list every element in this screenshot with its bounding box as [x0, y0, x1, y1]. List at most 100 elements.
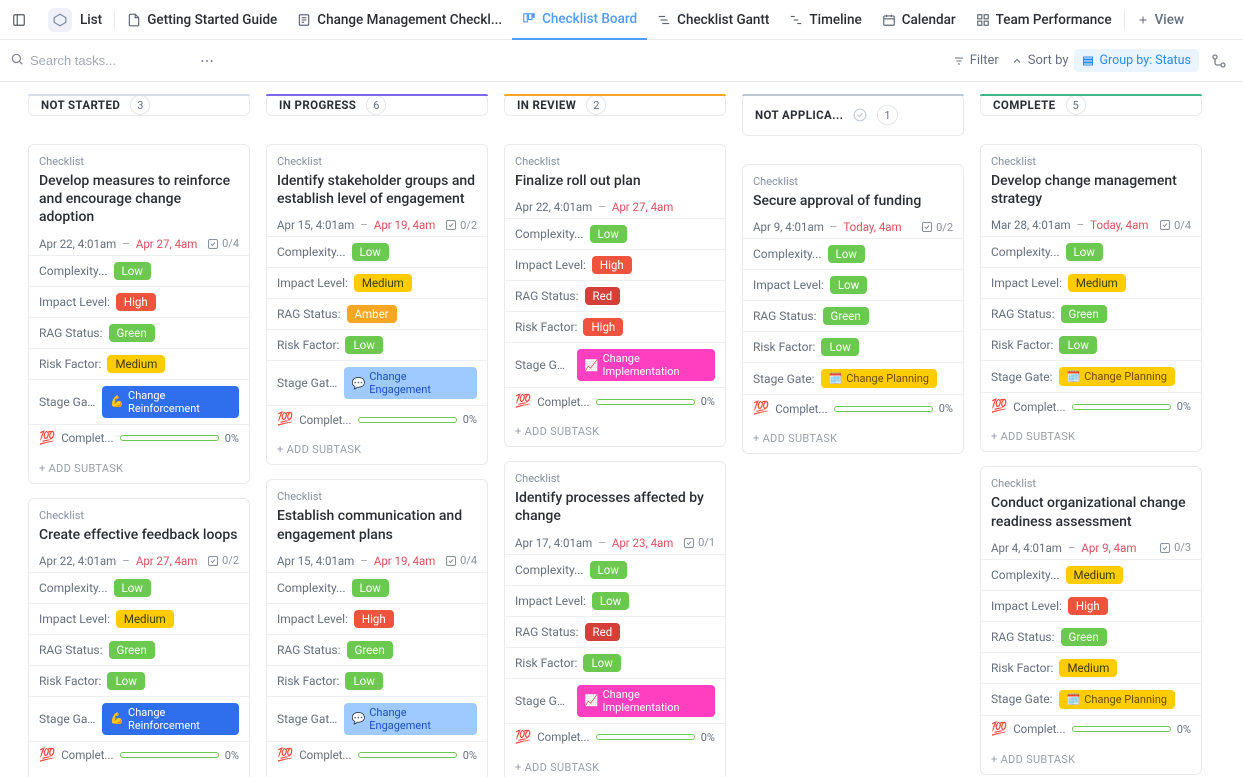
filter-button[interactable]: Filter [947, 49, 1005, 72]
filter-label: Filter [970, 53, 999, 68]
tab-timeline[interactable]: Timeline [779, 0, 871, 40]
hundred-emoji-icon: 💯 [753, 401, 769, 416]
field-label: Stage Gate: [515, 694, 571, 708]
board-icon [522, 12, 536, 26]
field-risk: Risk Factor:Low [29, 666, 249, 697]
completion-percent: 0% [225, 432, 239, 445]
plus-icon [1137, 14, 1149, 26]
collapse-sidebar-icon[interactable] [6, 7, 32, 33]
board-canvas[interactable]: NOT STARTED3 ChecklistDevelop measures to… [0, 82, 1243, 777]
tab-label: Change Management Checkl... [317, 12, 502, 28]
field-pill: Low [583, 654, 620, 672]
completion-label: Complet... [1013, 400, 1065, 414]
tab-getting-started[interactable]: Getting Started Guide [117, 0, 287, 40]
progress-bar [358, 417, 457, 423]
field-pill: Red [585, 287, 621, 305]
add-subtask-button[interactable]: + ADD SUBTASK [505, 417, 725, 446]
column-header[interactable]: IN REVIEW2 [504, 94, 726, 116]
add-subtask-button[interactable]: + ADD SUBTASK [981, 422, 1201, 451]
field-rag: RAG Status:Red [505, 617, 725, 648]
tab-calendar[interactable]: Calendar [872, 0, 966, 40]
due-date: Today, 4am [1090, 218, 1148, 232]
column-inprogress: IN PROGRESS6 ChecklistIdentify stakeholde… [266, 94, 488, 765]
progress-bar [358, 752, 457, 758]
card-title: Identify processes affected by change [515, 489, 715, 525]
card-listname: Checklist [991, 155, 1191, 168]
task-card[interactable]: ChecklistEstablish communication and en­… [266, 479, 488, 777]
completion-row: 💯Complet...0% [29, 742, 249, 771]
groupby-label: Group by: Status [1099, 53, 1191, 68]
field-pill: Amber [347, 305, 397, 323]
card-dates: Apr 22, 4:01am–Apr 27, 4am [515, 200, 715, 214]
more-button[interactable] [194, 48, 220, 74]
tab-list[interactable]: List [40, 0, 112, 40]
subtask-count: 0/4 [445, 554, 477, 567]
add-view-button[interactable]: View [1127, 0, 1194, 40]
task-card[interactable]: ChecklistDevelop measures to reinforce a… [28, 144, 250, 484]
progress-bar [1072, 726, 1171, 732]
subtasks-toggle[interactable] [1205, 47, 1233, 75]
add-subtask-button[interactable]: + ADD SUBTASK [981, 745, 1201, 774]
column-header[interactable]: IN PROGRESS6 [266, 94, 488, 116]
completion-row: 💯 Complet... 0% [981, 393, 1201, 422]
task-card[interactable]: ChecklistCreate effective feedback loops… [28, 498, 250, 777]
field-label: Stage Gate: [39, 395, 96, 409]
task-card[interactable]: ChecklistFinalize roll out planApr 22, 4… [504, 144, 726, 447]
card-dates: Apr 17, 4:01am–Apr 23, 4am0/1 [515, 536, 715, 550]
task-card[interactable]: ChecklistConduct organizational change r… [980, 466, 1202, 774]
field-label: RAG Status: [39, 643, 103, 657]
completion-label: Complet... [299, 413, 351, 427]
completion-label: Complet... [61, 431, 113, 445]
field-rag: RAG Status:Green [743, 301, 963, 332]
field-impact: Impact Level:Low [505, 586, 725, 617]
field-stage: Stage Gate:💬Change Engagement [267, 697, 487, 742]
add-subtask-button[interactable]: + ADD SUBTASK [267, 771, 487, 777]
field-impact: Impact Level:Medium [267, 268, 487, 299]
check-circle-icon [853, 108, 867, 122]
column-header[interactable]: COMPLETE5 [980, 94, 1202, 116]
groupby-button[interactable]: Group by: Status [1074, 49, 1199, 72]
card-listname: Checklist [39, 155, 239, 168]
task-card[interactable]: ChecklistIdentify stakeholder groups and… [266, 144, 488, 465]
field-complexity: Complexity...Low [29, 573, 249, 604]
status-hex-icon [48, 8, 72, 32]
field-risk: Risk Factor:Low [267, 330, 487, 361]
field-label: RAG Status: [753, 309, 817, 323]
hundred-emoji-icon: 💯 [991, 399, 1007, 414]
tab-change-management[interactable]: Change Management Checkl... [287, 0, 512, 40]
column-header[interactable]: NOT APPLICA...1 [742, 94, 964, 136]
field-complexity: Complexity...Medium [981, 560, 1201, 591]
add-subtask-button[interactable]: + ADD SUBTASK [267, 435, 487, 464]
column-cards: ChecklistSecure approval of fundingApr 9… [742, 164, 964, 454]
add-subtask-button[interactable]: + ADD SUBTASK [743, 424, 963, 453]
column-header[interactable]: NOT STARTED3 [28, 94, 250, 116]
field-label: Complexity... [39, 264, 108, 278]
start-date: Apr 22, 4:01am [39, 237, 116, 251]
field-rag: RAG Status:Green [267, 635, 487, 666]
field-complexity: Complexity...Low [981, 237, 1201, 268]
task-card[interactable]: ChecklistDevelop change management strat… [980, 144, 1202, 452]
add-subtask-button[interactable]: + ADD SUBTASK [29, 771, 249, 777]
field-pill: Low [590, 561, 627, 579]
doc-icon [127, 13, 141, 27]
search-input[interactable] [30, 53, 190, 68]
subtask-count: 0/2 [207, 554, 239, 567]
field-impact: Impact Level:Medium [981, 268, 1201, 299]
due-date: Apr 9, 4am [1081, 541, 1136, 555]
field-rag: RAG Status:Amber [267, 299, 487, 330]
add-subtask-button[interactable]: + ADD SUBTASK [29, 454, 249, 483]
field-label: Complexity... [991, 245, 1060, 259]
tab-team-performance[interactable]: Team Performance [966, 0, 1122, 40]
tab-checklist-gantt[interactable]: Checklist Gantt [647, 0, 779, 40]
field-pill: High [116, 293, 156, 311]
add-subtask-button[interactable]: + ADD SUBTASK [505, 753, 725, 777]
task-card[interactable]: ChecklistSecure approval of fundingApr 9… [742, 164, 964, 454]
tab-checklist-board[interactable]: Checklist Board [512, 0, 647, 40]
field-label: Impact Level: [515, 258, 586, 272]
stage-emoji-icon: 💬 [352, 712, 366, 725]
task-card[interactable]: ChecklistIdentify processes affected by … [504, 461, 726, 777]
sort-button[interactable]: Sort by [1005, 49, 1075, 72]
field-pill: Green [347, 641, 393, 659]
completion-percent: 0% [1177, 400, 1191, 413]
field-pill: High [354, 610, 394, 628]
